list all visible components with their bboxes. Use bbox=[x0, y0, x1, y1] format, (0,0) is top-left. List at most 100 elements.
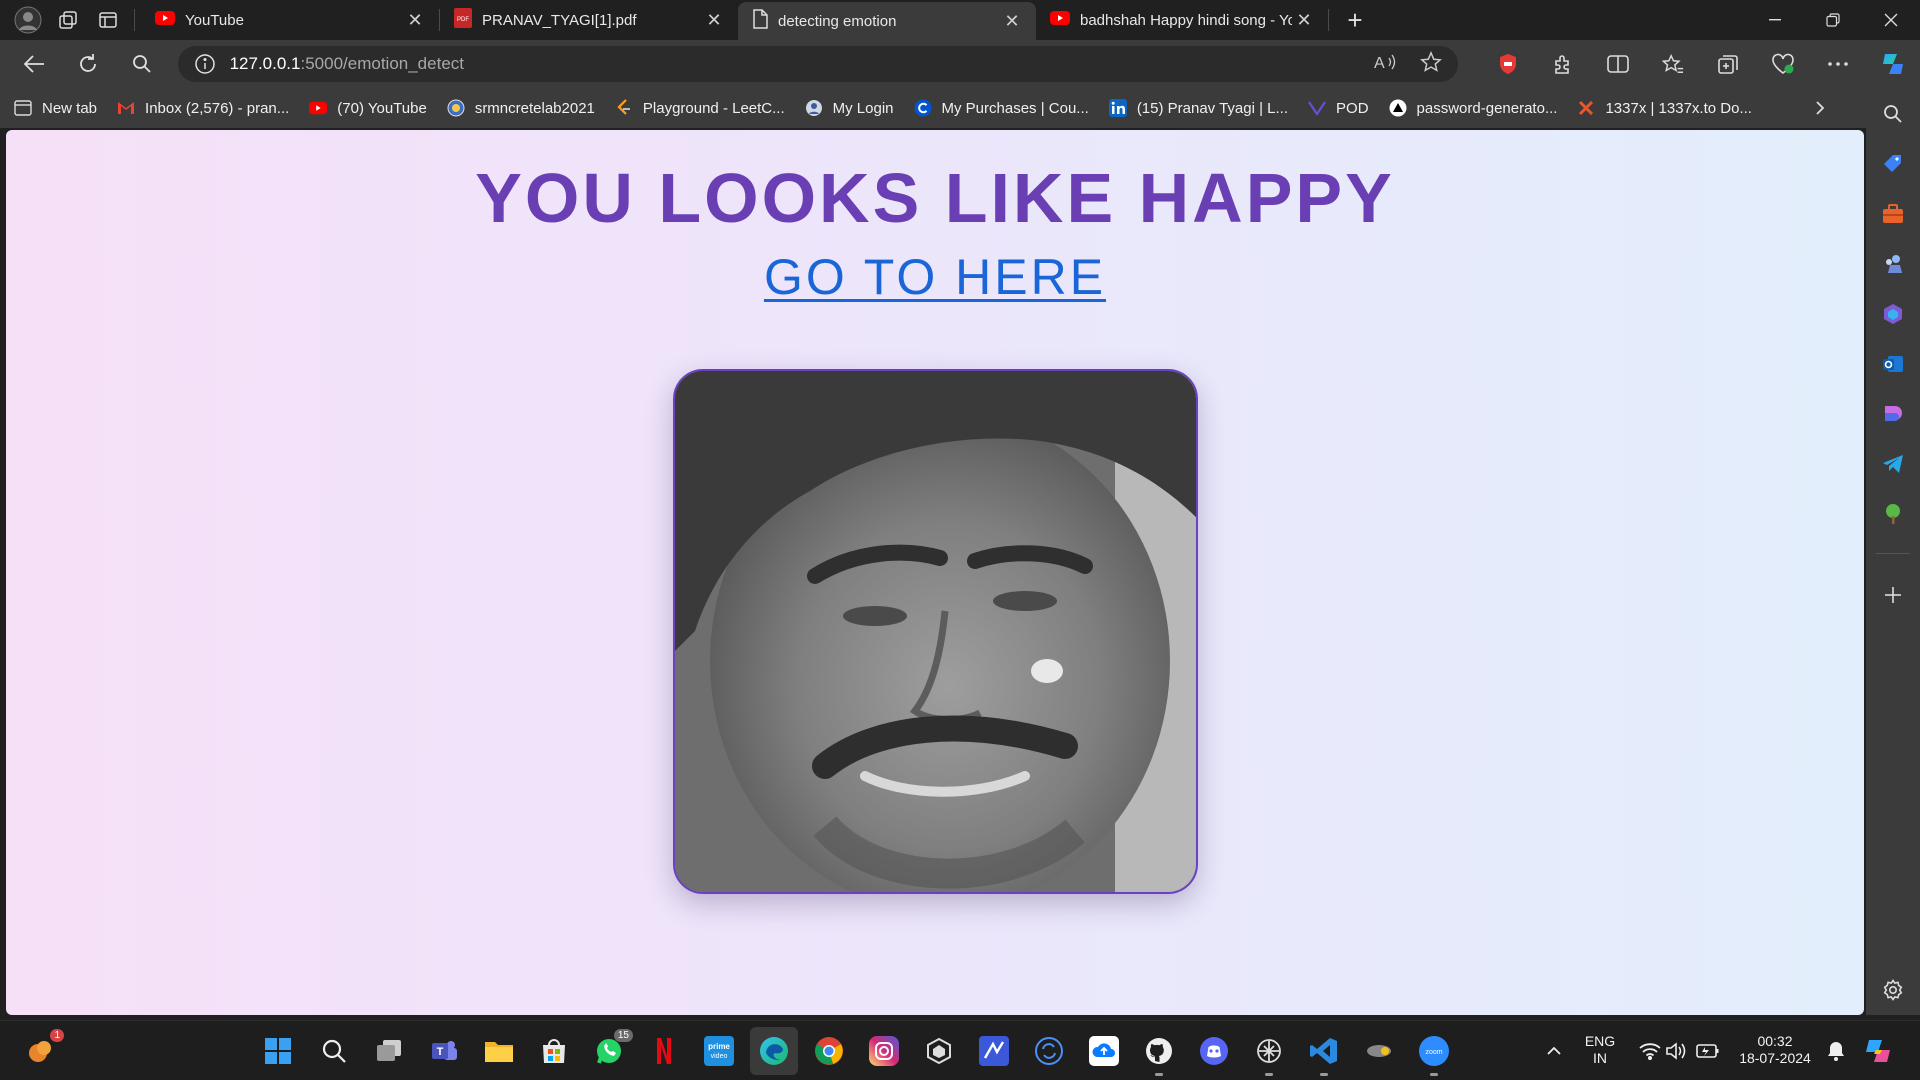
favorite-linkedin[interactable]: (15) Pranav Tyagi | L... bbox=[1108, 99, 1289, 117]
split-screen-icon[interactable] bbox=[1590, 44, 1645, 84]
favorite-my-login[interactable]: My Login bbox=[805, 99, 894, 117]
file-explorer-icon[interactable] bbox=[483, 1035, 515, 1067]
teams-icon[interactable]: T bbox=[428, 1035, 460, 1067]
tab-title: badhshah Happy hindi song - Yo bbox=[1080, 11, 1292, 29]
extensions-icon[interactable] bbox=[1535, 44, 1590, 84]
outlook-icon[interactable] bbox=[1881, 352, 1905, 376]
site-info-icon[interactable] bbox=[194, 53, 216, 75]
tab-pdf[interactable]: PDF PRANAV_TYAGI[1].pdf ✕ bbox=[440, 0, 738, 40]
prime-video-icon[interactable]: prime video bbox=[703, 1035, 735, 1067]
settings-gear-icon[interactable] bbox=[1881, 978, 1905, 1002]
favorite-pod[interactable]: POD bbox=[1308, 99, 1369, 117]
zoom-icon[interactable]: zoom bbox=[1418, 1035, 1450, 1076]
windows-start-icon[interactable] bbox=[262, 1035, 294, 1067]
edge-browser-icon[interactable] bbox=[750, 1027, 798, 1075]
search-icon[interactable] bbox=[122, 44, 162, 84]
workspaces-icon[interactable] bbox=[48, 0, 88, 40]
refresh-icon[interactable] bbox=[68, 44, 108, 84]
task-view-icon[interactable] bbox=[373, 1035, 405, 1067]
favorite-gmail[interactable]: Inbox (2,576) - pran... bbox=[117, 99, 289, 117]
close-tab-icon[interactable]: ✕ bbox=[1292, 8, 1316, 32]
shopping-tag-icon[interactable] bbox=[1881, 152, 1905, 176]
favorite-1337x[interactable]: 1337x | 1337x.to Do... bbox=[1577, 99, 1752, 117]
discord-icon[interactable] bbox=[1198, 1035, 1230, 1067]
collections-icon[interactable] bbox=[1700, 44, 1755, 84]
whatsapp-icon[interactable]: 15 bbox=[593, 1029, 633, 1067]
games-chess-icon[interactable] bbox=[1881, 252, 1905, 276]
pdf-icon: PDF bbox=[454, 8, 472, 32]
favorite-password-generator[interactable]: password-generato... bbox=[1389, 99, 1558, 117]
search-icon[interactable] bbox=[318, 1035, 350, 1067]
copilot-icon[interactable] bbox=[1865, 44, 1920, 84]
restore-icon[interactable] bbox=[1804, 0, 1862, 40]
new-tab-icon bbox=[14, 99, 32, 117]
chevron-right-icon[interactable] bbox=[1808, 96, 1832, 120]
language-indicator[interactable]: ENG IN bbox=[1574, 1033, 1626, 1067]
widgets-weather-icon[interactable]: 1 bbox=[24, 1029, 64, 1067]
tree-icon[interactable] bbox=[1881, 502, 1905, 526]
favorite-youtube[interactable]: (70) YouTube bbox=[309, 99, 427, 117]
close-tab-icon[interactable]: ✕ bbox=[1000, 9, 1024, 33]
volume-icon[interactable] bbox=[1660, 1035, 1692, 1067]
chrome-icon[interactable] bbox=[813, 1035, 845, 1067]
visual-studio-icon[interactable] bbox=[978, 1035, 1010, 1067]
microsoft-365-icon[interactable] bbox=[1881, 302, 1905, 326]
page-viewport: YOU LOOKS LIKE HAPPY GO TO HERE bbox=[6, 130, 1864, 1015]
favorite-srm[interactable]: srmncretelab2021 bbox=[447, 99, 595, 117]
favorites-icon[interactable] bbox=[1645, 44, 1700, 84]
more-options-icon[interactable] bbox=[1810, 44, 1865, 84]
favorite-label: password-generato... bbox=[1416, 99, 1558, 117]
netflix-icon[interactable] bbox=[648, 1035, 680, 1067]
tab-detecting-emotion[interactable]: detecting emotion ✕ bbox=[738, 2, 1036, 40]
tools-briefcase-icon[interactable] bbox=[1881, 202, 1905, 226]
favorite-leetcode[interactable]: Playground - LeetC... bbox=[615, 99, 785, 117]
read-aloud-icon[interactable]: A bbox=[1374, 52, 1398, 77]
address-bar[interactable]: 127.0.0.1:5000/emotion_detect A bbox=[177, 46, 1459, 82]
github-icon[interactable] bbox=[1143, 1035, 1175, 1076]
favorite-label: (15) Pranav Tyagi | L... bbox=[1136, 99, 1289, 117]
notification-bell-icon[interactable] bbox=[1820, 1035, 1852, 1067]
sync-icon[interactable] bbox=[1033, 1035, 1065, 1067]
designer-icon[interactable] bbox=[1881, 402, 1905, 426]
new-tab-button[interactable]: + bbox=[1335, 0, 1375, 40]
profile-avatar-icon[interactable] bbox=[8, 0, 48, 40]
tab-badhshah-song[interactable]: badhshah Happy hindi song - Yo ✕ bbox=[1036, 0, 1328, 40]
go-to-here-link[interactable]: GO TO HERE bbox=[764, 249, 1106, 305]
close-window-icon[interactable] bbox=[1862, 0, 1920, 40]
clock[interactable]: 00:32 18-07-2024 bbox=[1730, 1033, 1820, 1067]
microsoft-store-icon[interactable] bbox=[538, 1035, 570, 1067]
browser-essentials-icon[interactable] bbox=[1755, 44, 1810, 84]
close-tab-icon[interactable]: ✕ bbox=[702, 8, 726, 32]
tool-app-icon[interactable] bbox=[1363, 1035, 1395, 1067]
send-telegram-icon[interactable] bbox=[1881, 452, 1905, 476]
minimize-icon[interactable] bbox=[1746, 0, 1804, 40]
copilot-taskbar-icon[interactable] bbox=[1862, 1035, 1894, 1067]
favorite-label: Inbox (2,576) - pran... bbox=[145, 99, 290, 117]
battery-icon[interactable] bbox=[1692, 1035, 1724, 1067]
windows-taskbar: 1 T 15 prime video zoom ENG IN 00:32 18-… bbox=[0, 1020, 1920, 1080]
unity-hub-icon[interactable] bbox=[923, 1035, 955, 1067]
close-tab-icon[interactable]: ✕ bbox=[403, 8, 427, 32]
favorite-new-tab[interactable]: New tab bbox=[14, 99, 97, 117]
coursera-icon bbox=[914, 99, 932, 117]
favorite-star-icon[interactable] bbox=[1420, 50, 1442, 78]
favorite-coursera[interactable]: My Purchases | Cou... bbox=[914, 99, 1089, 117]
adblock-shield-icon[interactable] bbox=[1480, 44, 1535, 84]
back-icon[interactable] bbox=[14, 44, 54, 84]
youtube-icon bbox=[1050, 11, 1070, 29]
favorite-label: 1337x | 1337x.to Do... bbox=[1605, 99, 1752, 117]
tab-youtube[interactable]: YouTube ✕ bbox=[141, 0, 439, 40]
face-photo-placeholder bbox=[675, 371, 1196, 892]
instagram-icon[interactable] bbox=[868, 1035, 900, 1067]
whatsapp-badge: 15 bbox=[613, 1029, 633, 1042]
search-icon[interactable] bbox=[1881, 102, 1905, 126]
vscode-icon[interactable] bbox=[1308, 1035, 1340, 1076]
add-icon[interactable] bbox=[1881, 583, 1905, 607]
chatgpt-icon[interactable] bbox=[1253, 1035, 1285, 1076]
navigation-bar: 127.0.0.1:5000/emotion_detect A bbox=[0, 40, 1920, 88]
tab-actions-icon[interactable] bbox=[88, 0, 128, 40]
cloud-upload-icon[interactable] bbox=[1088, 1035, 1120, 1067]
svg-text:T: T bbox=[437, 1046, 444, 1058]
chevron-up-icon[interactable] bbox=[1538, 1035, 1570, 1067]
clock-time: 00:32 bbox=[1757, 1033, 1793, 1049]
